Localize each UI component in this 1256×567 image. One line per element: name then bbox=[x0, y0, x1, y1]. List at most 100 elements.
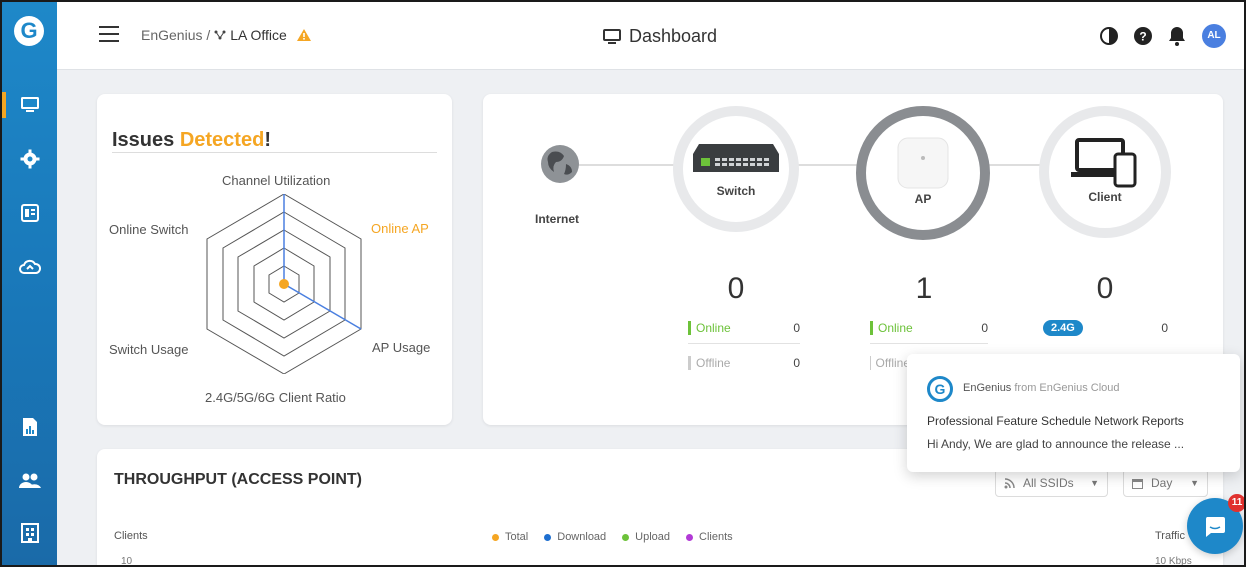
radar-label-online-ap[interactable]: Online AP bbox=[371, 221, 429, 236]
legend-label-clients: Clients bbox=[699, 531, 733, 543]
radar-label-channel-utilization: Channel Utilization bbox=[222, 173, 331, 188]
radar-ap-usage-line bbox=[283, 283, 362, 330]
range-select-value: Day bbox=[1151, 476, 1173, 490]
building-icon bbox=[20, 523, 39, 543]
divider bbox=[112, 152, 437, 153]
avatar[interactable]: AL bbox=[1202, 24, 1226, 48]
y-axis-left-label: Clients bbox=[114, 530, 148, 542]
switch-online-count: 0 bbox=[793, 321, 800, 335]
svg-text:?: ? bbox=[1139, 30, 1146, 44]
issues-title: Issues Detected! bbox=[112, 129, 271, 152]
ap-count: 1 bbox=[915, 272, 933, 305]
switch-online-row: Online 0 bbox=[688, 321, 800, 335]
radar-label-online-switch: Online Switch bbox=[109, 222, 189, 237]
node-label-ap: AP bbox=[914, 192, 932, 206]
legend-label-total: Total bbox=[505, 531, 529, 543]
offline-indicator bbox=[870, 356, 871, 370]
issues-card: Issues Detected! Channel Utilization Onl… bbox=[97, 94, 452, 425]
toast-preview: Hi Andy, We are glad to announce the rel… bbox=[927, 437, 1185, 451]
theme-toggle-icon[interactable] bbox=[1100, 27, 1118, 45]
client-band-row: 2.4G 0 bbox=[1043, 320, 1168, 336]
sidebar-item-cloud[interactable] bbox=[2, 250, 57, 284]
range-select[interactable]: Day ▼ bbox=[1123, 469, 1208, 497]
ap-offline-label: Offline bbox=[875, 356, 910, 370]
switch-online-label: Online bbox=[696, 321, 731, 335]
sidebar-item-reports[interactable] bbox=[2, 410, 57, 444]
top-bar: EnGenius / LA Office Dashboard ? AL bbox=[57, 2, 1244, 70]
sidebar-item-users[interactable] bbox=[2, 464, 57, 498]
warning-triangle-icon[interactable] bbox=[296, 29, 311, 41]
toast-subject: Professional Feature Schedule Network Re… bbox=[927, 414, 1184, 428]
sidebar-item-devices[interactable] bbox=[2, 196, 57, 230]
legend-item-clients[interactable]: Clients bbox=[686, 531, 733, 543]
ap-online-count: 0 bbox=[981, 321, 988, 335]
legend-label-download: Download bbox=[557, 531, 607, 543]
y-axis-left-tick: 10 bbox=[121, 556, 133, 567]
node-label-client: Client bbox=[1088, 190, 1122, 204]
engenius-logo-icon: G bbox=[927, 376, 953, 402]
ssid-select-value: All SSIDs bbox=[1023, 476, 1074, 490]
ap-online-label: Online bbox=[878, 321, 913, 335]
y-axis-right-tick: 10 Kbps bbox=[1155, 556, 1192, 567]
app-window: G EnGenius / LA Office Dashboard ? AL Is… bbox=[0, 0, 1246, 567]
legend-item-download[interactable]: Download bbox=[544, 531, 606, 543]
client-band-count: 0 bbox=[1161, 321, 1168, 335]
cloud-sync-icon bbox=[18, 259, 41, 274]
issues-title-suffix: ! bbox=[264, 129, 271, 151]
radar-center-dot bbox=[279, 279, 289, 289]
monitor-icon bbox=[20, 97, 39, 112]
chevron-down-icon: ▼ bbox=[1190, 478, 1199, 488]
calendar-icon bbox=[1132, 478, 1143, 489]
sidebar-item-dashboard[interactable] bbox=[2, 88, 57, 122]
node-ap[interactable]: AP bbox=[856, 106, 990, 240]
page-title-text: Dashboard bbox=[629, 26, 718, 46]
sidebar-item-settings[interactable] bbox=[2, 142, 57, 176]
online-indicator bbox=[688, 321, 691, 335]
radar-label-switch-usage: Switch Usage bbox=[109, 342, 189, 357]
ap-offline-row: Offline bbox=[870, 356, 910, 370]
unread-badge: 11 bbox=[1228, 494, 1244, 512]
access-point-icon bbox=[897, 137, 949, 189]
radar-label-ap-usage: AP Usage bbox=[372, 340, 431, 355]
divider bbox=[688, 343, 800, 344]
node-switch[interactable]: Switch bbox=[673, 106, 799, 232]
ap-online-row: Online 0 bbox=[870, 321, 988, 335]
toast-sender: EnGenius from EnGenius Cloud bbox=[963, 382, 1120, 394]
ssid-select[interactable]: All SSIDs ▼ bbox=[995, 469, 1108, 497]
toast-sender-suffix: from EnGenius Cloud bbox=[1011, 382, 1120, 394]
hamburger-menu-icon[interactable] bbox=[99, 26, 119, 42]
gear-icon bbox=[20, 149, 39, 169]
issues-title-accent: Detected bbox=[179, 129, 265, 151]
legend-item-upload[interactable]: Upload bbox=[622, 531, 670, 543]
sidebar: G bbox=[2, 2, 57, 565]
toast-sender-name: EnGenius bbox=[963, 382, 1012, 394]
notification-toast[interactable]: G EnGenius from EnGenius Cloud Professio… bbox=[907, 354, 1240, 472]
notification-bell-icon[interactable] bbox=[1168, 26, 1186, 46]
node-label-switch: Switch bbox=[716, 184, 756, 198]
issues-title-prefix: Issues bbox=[112, 129, 180, 151]
switch-offline-row: Offline 0 bbox=[688, 356, 800, 370]
breadcrumb: EnGenius / LA Office bbox=[141, 27, 311, 43]
breadcrumb-site[interactable]: LA Office bbox=[230, 27, 287, 43]
chevron-down-icon: ▼ bbox=[1090, 478, 1099, 488]
monitor-icon bbox=[603, 28, 621, 44]
node-client[interactable]: Client bbox=[1039, 106, 1171, 238]
sidebar-item-organization[interactable] bbox=[2, 516, 57, 550]
chat-icon bbox=[1205, 517, 1225, 537]
rss-icon bbox=[1004, 477, 1015, 488]
switch-device-icon bbox=[693, 144, 779, 172]
breadcrumb-org[interactable]: EnGenius / bbox=[141, 27, 210, 43]
switch-count: 0 bbox=[727, 272, 745, 305]
engenius-logo[interactable]: G bbox=[14, 16, 44, 46]
client-devices-icon bbox=[1071, 138, 1137, 188]
node-label-internet: Internet bbox=[535, 212, 580, 226]
users-icon bbox=[18, 473, 41, 488]
legend-item-total[interactable]: Total bbox=[492, 531, 528, 543]
band-badge[interactable]: 2.4G bbox=[1043, 320, 1083, 336]
radar-label-client-ratio: 2.4G/5G/6G Client Ratio bbox=[205, 390, 346, 405]
offline-indicator bbox=[688, 356, 691, 370]
divider bbox=[870, 343, 988, 344]
switch-offline-count: 0 bbox=[793, 356, 800, 370]
help-icon[interactable]: ? bbox=[1134, 27, 1152, 45]
chart-legend: Total Download Upload Clients bbox=[492, 531, 733, 543]
